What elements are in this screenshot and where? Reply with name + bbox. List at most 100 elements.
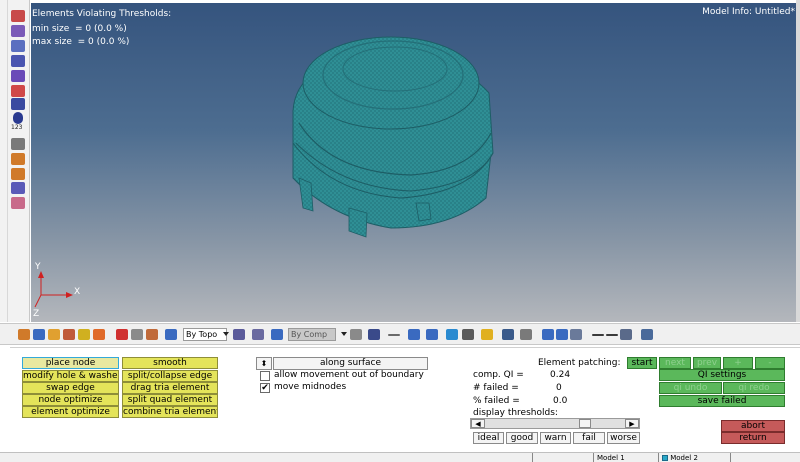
qi-settings-button[interactable]: QI settings <box>659 369 785 381</box>
line-icon[interactable] <box>388 334 400 336</box>
toolbar-grip[interactable] <box>0 0 8 322</box>
loads-icon[interactable] <box>63 329 75 340</box>
app-window: 123 Elements Violating Thresholds: min s… <box>0 0 800 462</box>
display-mode-icon[interactable] <box>165 329 177 340</box>
return-button[interactable]: return <box>721 432 785 444</box>
mesh-icon[interactable] <box>11 55 25 67</box>
threshold-worse[interactable]: worse <box>607 432 640 444</box>
rotate-right-icon[interactable] <box>556 329 568 340</box>
geometry-icon[interactable] <box>11 70 25 82</box>
find-icon[interactable] <box>146 329 158 340</box>
feature-icon[interactable] <box>426 329 438 340</box>
rotate-left-icon[interactable] <box>542 329 554 340</box>
comp-qi-label: comp. QI = <box>473 370 524 380</box>
axis-z-label: Z <box>33 309 40 319</box>
place-node-button[interactable]: place node <box>22 357 119 369</box>
model-tab-2[interactable]: Model 2 <box>658 453 728 462</box>
move-midnodes-label: move midnodes <box>274 382 347 392</box>
threshold-slider[interactable] <box>470 418 640 429</box>
tool-icon[interactable] <box>520 329 532 340</box>
delete-icon[interactable] <box>116 329 128 340</box>
zoom-in-icon[interactable] <box>606 334 618 336</box>
visualization-toolbar: By Topo By Comp <box>0 323 800 345</box>
graphics-viewport[interactable]: Elements Violating Thresholds: min size … <box>31 3 799 322</box>
systems-icon[interactable] <box>78 329 90 340</box>
threshold-good[interactable]: good <box>506 432 538 444</box>
abc-icon[interactable] <box>11 153 25 165</box>
open-model-icon[interactable] <box>11 10 25 22</box>
shaded-icon[interactable] <box>33 329 45 340</box>
qi-redo-button[interactable]: qi redo <box>723 382 785 394</box>
threshold-warn[interactable]: warn <box>540 432 571 444</box>
surface-icon[interactable] <box>408 329 420 340</box>
next-button[interactable]: next <box>659 357 691 369</box>
drag-tria-element-button[interactable]: drag tria element <box>122 382 218 394</box>
save-failed-button[interactable]: save failed <box>659 395 785 407</box>
along-surface-toggle[interactable]: along surface <box>273 357 428 370</box>
mask-tool-icon[interactable] <box>131 329 143 340</box>
failed-count-value: 0 <box>556 383 562 393</box>
prev-button[interactable]: prev <box>693 357 721 369</box>
mesh-model[interactable] <box>31 3 799 322</box>
component-icon[interactable] <box>18 329 30 340</box>
max-size-readout: max size = 0 (0.0 %) <box>32 37 130 47</box>
table-icon[interactable] <box>502 329 514 340</box>
combine-tria-elements-button[interactable]: combine tria elements <box>122 406 218 418</box>
element-patching-label: Element patching: <box>538 358 621 368</box>
geometry-color-icon[interactable] <box>233 329 245 340</box>
abort-button[interactable]: abort <box>721 420 785 432</box>
display-icon[interactable] <box>11 182 25 194</box>
import-icon[interactable] <box>11 25 25 37</box>
by-topo-dropdown[interactable]: By Topo <box>183 328 227 341</box>
monitor-icon[interactable] <box>446 329 458 340</box>
split-quad-element-button[interactable]: split quad element <box>122 394 218 406</box>
slider-thumb[interactable] <box>579 419 591 428</box>
by-comp-dropdown[interactable]: By Comp <box>288 328 336 341</box>
node-optimize-button[interactable]: node optimize <box>22 394 119 406</box>
chevron-down-icon[interactable] <box>341 332 347 336</box>
chevron-down-icon[interactable] <box>223 332 229 336</box>
smooth-button[interactable]: smooth <box>122 357 218 369</box>
export-icon[interactable] <box>11 40 25 52</box>
info-icon[interactable] <box>13 112 23 124</box>
plus-button[interactable]: + <box>723 357 753 369</box>
mask-icon[interactable] <box>11 197 25 209</box>
right-scrollbar[interactable] <box>796 0 800 322</box>
threshold-fail[interactable]: fail <box>573 432 605 444</box>
elements-icon[interactable] <box>48 329 60 340</box>
move-midnodes-checkbox[interactable]: ✔ <box>260 383 270 393</box>
status-cell <box>532 453 592 462</box>
numbers-icon[interactable]: 123 <box>11 124 25 136</box>
element-optimize-button[interactable]: element optimize <box>22 406 119 418</box>
undo-view-icon[interactable] <box>570 329 582 340</box>
allow-movement-checkbox[interactable] <box>260 371 270 381</box>
modify-hole-washers-button[interactable]: modify hole & washers <box>22 370 119 382</box>
tags-icon[interactable] <box>93 329 105 340</box>
start-button[interactable]: start <box>627 357 657 369</box>
mesh-line-icon[interactable] <box>252 329 264 340</box>
shaded-elements-icon[interactable] <box>271 329 283 340</box>
fit-view-icon[interactable] <box>620 329 632 340</box>
slider-left-arrow-icon[interactable]: ◀ <box>471 419 485 428</box>
view-orient-icon[interactable] <box>641 329 653 340</box>
label-icon[interactable] <box>11 168 25 180</box>
swap-edge-button[interactable]: swap edge <box>22 382 119 394</box>
split-collapse-edge-button[interactable]: split/collapse edge <box>122 370 218 382</box>
model-tab-icon <box>662 455 668 461</box>
toggle-arrows-icon[interactable]: ⬍ <box>256 357 272 370</box>
threshold-ideal[interactable]: ideal <box>473 432 504 444</box>
minus-button[interactable]: - <box>755 357 785 369</box>
reset-icon[interactable] <box>11 85 25 97</box>
chart-icon[interactable] <box>11 138 25 150</box>
slider-right-arrow-icon[interactable]: ▶ <box>625 419 639 428</box>
model-tab-1[interactable]: Model 1 <box>593 453 655 462</box>
solid-icon[interactable] <box>368 329 380 340</box>
zoom-out-icon[interactable] <box>592 334 604 336</box>
grid-icon[interactable] <box>462 329 474 340</box>
qi-undo-button[interactable]: qi undo <box>659 382 722 394</box>
display-thresholds-label: display thresholds: <box>473 408 558 418</box>
star-icon[interactable] <box>481 329 493 340</box>
user-icon[interactable] <box>11 98 25 110</box>
wireframe-icon[interactable] <box>350 329 362 340</box>
comp-qi-value: 0.24 <box>550 370 571 380</box>
